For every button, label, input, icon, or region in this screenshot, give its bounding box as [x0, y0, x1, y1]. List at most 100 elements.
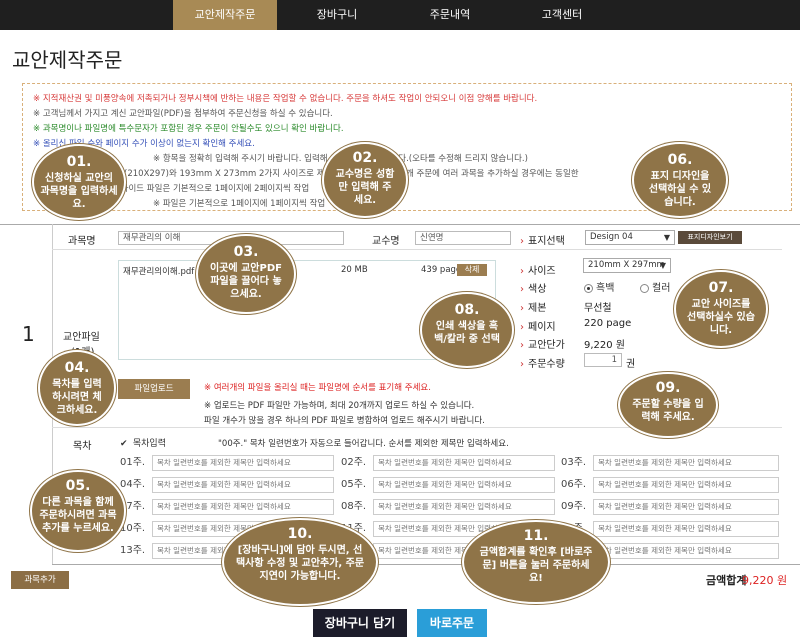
cover-select[interactable]: Design 04 ▼ [585, 230, 675, 245]
file-upload-button[interactable]: 파일업로드 [118, 379, 190, 399]
add-to-cart-button[interactable]: 장바구니 담기 [313, 609, 407, 637]
notice-line: ※ 고객님께서 가지고 계신 교안파일(PDF)을 첨부하여 주문신청을 하실 … [33, 109, 333, 119]
bubble-text: 인쇄 색상을 흑백/칼라 중 선택 [434, 321, 500, 345]
color-radio-color[interactable]: 컬러 [640, 279, 670, 294]
unit-price-value: 9,220 원 [584, 340, 626, 351]
arrow-icon: › [520, 303, 524, 314]
help-bubble-08: 08. 인쇄 색상을 흑백/칼라 중 선택 [420, 292, 514, 368]
size-select-value: 210mm X 297mm [588, 260, 665, 270]
arrow-icon: › [520, 284, 524, 295]
row-number: 1 [22, 322, 35, 346]
toc-item-input[interactable]: 목차 일련번호를 제외한 제목만 입력하세요 [152, 455, 334, 471]
bubble-number: 05. [65, 478, 91, 494]
pages-label: › 페이지 [520, 318, 556, 333]
help-bubble-02: 02. 교수명은 성함만 입력해 주세요. [322, 142, 408, 218]
pages-label-text: 페이지 [528, 322, 556, 333]
help-bubble-06: 06. 표지 디자인을 선택하실 수 있습니다. [632, 142, 728, 218]
toc-item-input[interactable]: 목차 일련번호를 제외한 제목만 입력하세요 [152, 499, 334, 515]
color-option-label: 컬러 [652, 283, 671, 294]
bubble-text: 교안 사이즈를 선택하실수 있습니다. [687, 299, 755, 336]
bubble-text: 신청하실 교안의 과목명을 입력하세요. [40, 173, 118, 210]
tab-cart[interactable]: 장바구니 [285, 0, 389, 30]
toc-item-input[interactable]: 목차 일련번호를 제외한 제목만 입력하세요 [373, 499, 555, 515]
bubble-number: 07. [708, 280, 734, 296]
checkbox-checked-icon: ✔ [120, 439, 128, 449]
cover-label-text: 표지선택 [528, 236, 565, 247]
bubble-text: 금액합계를 확인후 [바로주문] 버튼을 눌러 주문하세요! [479, 547, 593, 584]
tab-order-history[interactable]: 주문내역 [398, 0, 502, 30]
toc-item-input[interactable]: 목차 일련번호를 제외한 제목만 입력하세요 [593, 455, 779, 471]
bubble-number: 01. [66, 154, 92, 170]
toc-item-input[interactable]: 목차 일련번호를 제외한 제목만 입력하세요 [593, 499, 779, 515]
bubble-text: 다른 과목을 함께 주문하시려면 과목추가를 누르세요. [39, 497, 117, 534]
toc-item-number: 03주. [561, 457, 587, 468]
caret-down-icon: ▼ [659, 261, 666, 270]
help-bubble-07: 07. 교안 사이즈를 선택하실수 있습니다. [674, 270, 768, 348]
bubble-text: [장바구니]에 담아 두시면, 선택사항 수정 및 교안추가, 주문지연이 가능… [235, 545, 365, 582]
size-label: › 사이즈 [520, 262, 556, 277]
radio-checked-icon [584, 283, 593, 293]
bubble-number: 04. [64, 360, 90, 376]
file-label: 교안파일 [63, 332, 100, 343]
toc-label: 목차 [73, 441, 92, 452]
color-label-text: 색상 [528, 284, 547, 295]
total-value: 9,220 원 [742, 574, 788, 587]
color-option-label: 흑백 [596, 283, 615, 294]
bubble-text: 목차를 입력 하시려면 체크하세요. [52, 379, 102, 416]
subject-label: 과목명 [68, 236, 96, 247]
help-bubble-11: 11. 금액합계를 확인후 [바로주문] 버튼을 눌러 주문하세요! [462, 520, 610, 604]
toc-checkbox-label: 목차입력 [132, 439, 166, 449]
file-delete-button[interactable]: 삭제 [457, 264, 487, 276]
tab-customer-center[interactable]: 고객센터 [510, 0, 614, 30]
bubble-number: 06. [667, 152, 693, 168]
bubble-number: 10. [287, 526, 313, 542]
bubble-text: 교수명은 성함만 입력해 주세요. [335, 169, 395, 206]
tab-order[interactable]: 교안제작주문 [173, 0, 277, 30]
top-nav: 교안제작주문 장바구니 주문내역 고객센터 [0, 0, 800, 30]
toc-item-input[interactable]: 목차 일련번호를 제외한 제목만 입력하세요 [593, 477, 779, 493]
size-select[interactable]: 210mm X 297mm ▼ [583, 258, 671, 273]
bubble-number: 08. [454, 302, 480, 318]
toc-item-number: 05주. [341, 479, 367, 490]
file-name: 재무관리의이해.pdf [123, 267, 195, 277]
help-bubble-09: 09. 주문할 수량을 입력해 주세요. [618, 372, 718, 438]
arrow-icon: › [520, 322, 524, 333]
binding-value: 무선철 [584, 303, 612, 314]
bubble-number: 02. [352, 150, 378, 166]
caret-down-icon: ▼ [663, 233, 670, 242]
qty-input[interactable]: 1 [584, 353, 622, 367]
arrow-icon: › [520, 359, 524, 370]
toc-checkbox[interactable]: ✔ 목차입력 [120, 436, 166, 449]
toc-item-number: 09주. [561, 501, 587, 512]
help-bubble-01: 01. 신청하실 교안의 과목명을 입력하세요. [32, 144, 126, 220]
pages-value: 220 page [584, 318, 632, 329]
row-divider [52, 249, 782, 250]
help-bubble-10: 10. [장바구니]에 담아 두시면, 선택사항 수정 및 교안추가, 주문지연이… [222, 518, 378, 606]
qty-label-text: 주문수량 [528, 359, 565, 370]
toc-item-input[interactable]: 목차 일련번호를 제외한 제목만 입력하세요 [373, 477, 555, 493]
color-label: › 색상 [520, 280, 546, 295]
upload-note: ※ 여러개의 파일을 올리실 때는 파일명에 순서를 표기해 주세요. [204, 383, 431, 393]
toc-item-input[interactable]: 목차 일련번호를 제외한 제목만 입력하세요 [593, 521, 779, 537]
row-divider [52, 564, 800, 565]
toc-item-number: 02주. [341, 457, 367, 468]
arrow-icon: › [520, 340, 524, 351]
radio-icon [640, 283, 649, 293]
toc-hint: "00주." 목차 일련번호가 자동으로 들어갑니다. 순서를 제외한 제목만 … [218, 439, 509, 449]
professor-input[interactable]: 신연명 [415, 231, 511, 245]
toc-item-input[interactable]: 목차 일련번호를 제외한 제목만 입력하세요 [593, 543, 779, 559]
professor-label: 교수명 [372, 236, 400, 247]
order-now-button[interactable]: 바로주문 [417, 609, 487, 637]
cover-view-button[interactable]: 표지디자인보기 [678, 231, 742, 244]
toc-item-input[interactable]: 목차 일련번호를 제외한 제목만 입력하세요 [152, 477, 334, 493]
toc-item-input[interactable]: 목차 일련번호를 제외한 제목만 입력하세요 [373, 455, 555, 471]
file-pages: 439 page [421, 265, 462, 275]
arrow-icon: › [520, 236, 524, 247]
color-radio-bw[interactable]: 흑백 [584, 279, 614, 294]
add-subject-button[interactable]: 과목추가 [11, 571, 69, 589]
total-label: 금액합계 [706, 574, 747, 587]
cover-label: › 표지선택 [520, 232, 565, 247]
bubble-text: 주문할 수량을 입력해 주세요. [632, 399, 704, 423]
bubble-number: 09. [655, 380, 681, 396]
bubble-text: 이곳에 교안PDF 파일을 끌어다 놓으세요. [210, 263, 282, 300]
